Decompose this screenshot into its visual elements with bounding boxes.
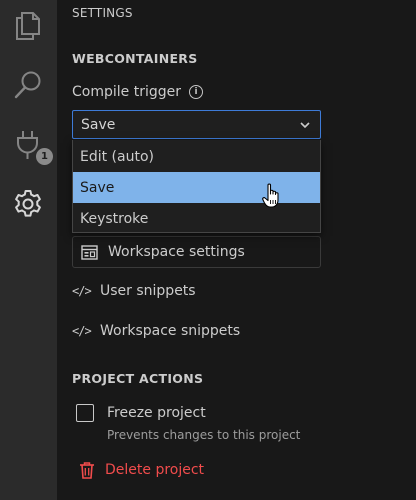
- chevron-down-icon: [300, 122, 310, 129]
- code-icon: </>: [72, 324, 92, 338]
- compile-trigger-select[interactable]: Save: [72, 110, 321, 139]
- compile-trigger-value: Save: [81, 116, 116, 133]
- hand-cursor-icon: [262, 183, 279, 208]
- panel-title: SETTINGS: [72, 6, 133, 20]
- files-icon[interactable]: [12, 8, 44, 40]
- user-snippets-label: User snippets: [100, 283, 196, 299]
- settings-panel: SETTINGS WEBCONTAINERS Compile trigger i…: [57, 0, 416, 500]
- compile-trigger-label: Compile trigger i: [72, 84, 203, 100]
- info-icon[interactable]: i: [189, 85, 203, 99]
- delete-project-label: Delete project: [105, 462, 205, 478]
- webcontainers-header: WEBCONTAINERS: [72, 51, 198, 66]
- activity-bar: 1: [0, 0, 57, 500]
- settings-window-icon: [81, 244, 98, 260]
- user-snippets-link[interactable]: </> User snippets: [72, 283, 196, 299]
- workspace-snippets-link[interactable]: </> Workspace snippets: [72, 323, 240, 339]
- freeze-project-label: Freeze project: [107, 405, 206, 421]
- delete-project-button[interactable]: Delete project: [79, 461, 204, 479]
- trash-icon: [80, 462, 94, 479]
- extensions-badge: 1: [36, 148, 53, 165]
- workspace-snippets-label: Workspace snippets: [100, 323, 241, 339]
- workspace-settings-button[interactable]: Workspace settings: [72, 236, 321, 268]
- gear-icon[interactable]: [12, 188, 44, 220]
- code-icon: </>: [72, 284, 92, 298]
- option-edit-auto[interactable]: Edit (auto): [73, 141, 320, 172]
- search-icon[interactable]: [12, 68, 44, 100]
- workspace-settings-label: Workspace settings: [108, 244, 245, 260]
- freeze-project-description: Prevents changes to this project: [107, 428, 301, 442]
- project-actions-header: PROJECT ACTIONS: [72, 371, 204, 386]
- compile-trigger-text: Compile trigger: [72, 84, 181, 100]
- freeze-project-checkbox[interactable]: [76, 404, 94, 422]
